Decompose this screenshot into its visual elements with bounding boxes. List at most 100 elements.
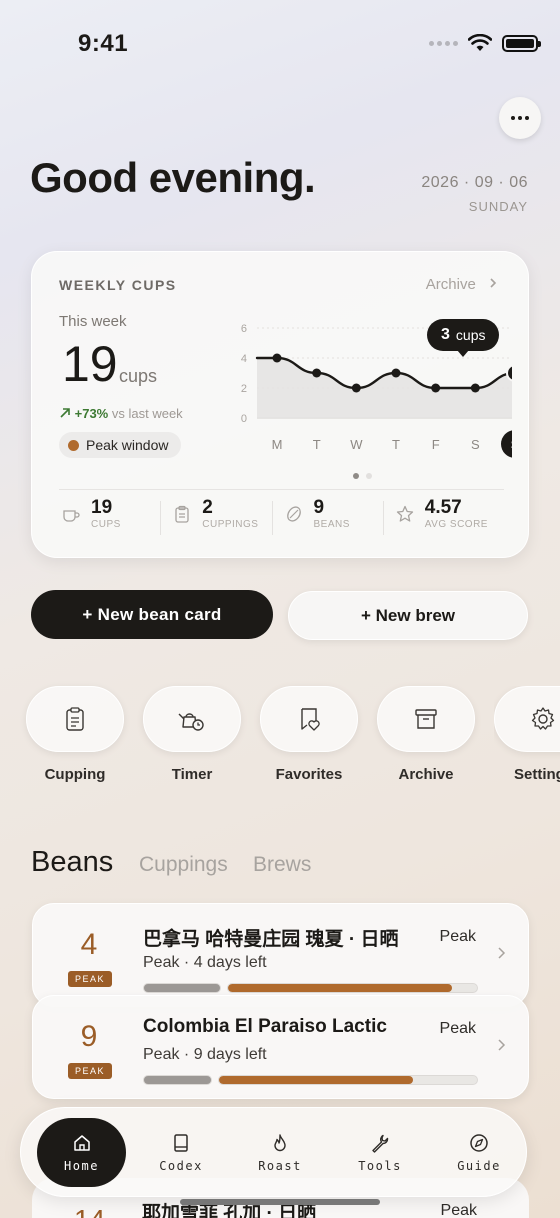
archive-link-label: Archive	[425, 276, 476, 293]
nav-guide[interactable]: Guide	[439, 1118, 519, 1187]
peak-chip-label: Peak window	[86, 437, 169, 453]
cup-icon	[63, 509, 80, 522]
data-point	[391, 368, 401, 378]
nav-roast[interactable]: Roast	[240, 1118, 320, 1187]
weekly-total: 19	[62, 336, 118, 392]
stat-beans: 9 BEANS	[271, 497, 393, 535]
chevron-right-icon	[498, 947, 506, 959]
stat-label: BEANS	[313, 519, 350, 530]
archive-link[interactable]: Archive	[426, 276, 498, 293]
quick-action-timer[interactable]: Timer	[143, 686, 241, 783]
bean-subtitle: Peak · 9 days left	[143, 1046, 267, 1063]
bean-card[interactable]: 9 PEAK Colombia El Paraiso Lactic Peak P…	[32, 995, 529, 1099]
kettle-timer-icon	[178, 713, 204, 731]
x-tick-label: M	[272, 437, 283, 452]
bean-card[interactable]: 4 PEAK 巴拿马 哈特曼庄园 瑰夏 · 日晒 Peak Peak · 4 d…	[32, 903, 529, 1007]
data-point	[470, 383, 480, 393]
data-point	[272, 353, 282, 363]
new-brew-button[interactable]: + New brew	[288, 591, 528, 640]
bean-status: Peak	[439, 1020, 476, 1037]
nav-label: Roast	[258, 1158, 302, 1173]
gear-icon	[531, 707, 555, 730]
tab-cuppings[interactable]: Cuppings	[139, 853, 228, 877]
trend-value: +73%	[74, 406, 109, 421]
x-tick-label: T	[392, 437, 400, 452]
more-options-button[interactable]	[499, 97, 541, 139]
trend-up-icon	[60, 408, 70, 418]
stat-avg-score: 4.57 AVG SCORE	[382, 497, 504, 535]
weekly-unit: cups	[119, 366, 158, 386]
clipboard-icon	[66, 707, 84, 731]
chart-pager[interactable]	[353, 473, 372, 479]
battery-icon	[502, 34, 541, 52]
card-divider	[59, 489, 504, 490]
trend-indicator: +73% vs last week	[59, 406, 183, 421]
nav-label: Home	[64, 1158, 99, 1173]
quick-action-favorites[interactable]: Favorites	[260, 686, 358, 783]
x-tick-label: T	[313, 437, 321, 452]
status-time: 9:41	[78, 30, 129, 57]
x-tick-label: S	[511, 437, 512, 452]
stat-value: 9	[313, 497, 325, 518]
tab-brews[interactable]: Brews	[253, 853, 311, 877]
bean-icon	[286, 505, 301, 522]
peak-dot	[68, 439, 79, 451]
quick-action-label: Favorites	[275, 766, 343, 783]
bean-name: 巴拿马 哈特曼庄园 瑰夏 · 日晒	[143, 929, 399, 950]
y-tick-label: 4	[241, 353, 247, 365]
date-label: 2026 · 09 · 06	[421, 174, 528, 191]
peak-progress-bar	[218, 1075, 478, 1085]
nav-label: Tools	[358, 1158, 402, 1173]
quick-action-label: Cupping	[44, 766, 106, 783]
period-label: This week	[59, 313, 127, 330]
nav-home[interactable]: Home	[37, 1118, 126, 1187]
quick-action-settings[interactable]: Settings	[494, 686, 560, 783]
new-bean-card-button[interactable]: + New bean card	[31, 590, 273, 639]
card-title: WEEKLY CUPS	[59, 277, 177, 293]
bean-subtitle: Peak · 4 days left	[143, 954, 267, 971]
peak-progress-bar	[227, 983, 478, 993]
quick-action-cupping[interactable]: Cupping	[26, 686, 124, 783]
x-tick-label: F	[432, 437, 440, 452]
archive-box-icon	[415, 709, 437, 729]
chart-tooltip: 3 cups	[427, 319, 500, 357]
home-indicator	[180, 1199, 380, 1205]
peak-progress-fill	[219, 1076, 413, 1084]
stat-cups: 19 CUPS	[59, 497, 170, 530]
stat-value: 2	[202, 497, 213, 518]
stat-label: CUPS	[91, 519, 121, 530]
wrench-icon	[372, 1134, 389, 1153]
compass-icon	[470, 1133, 488, 1152]
y-tick-label: 0	[241, 413, 247, 425]
tooltip-value: 3	[441, 326, 450, 343]
data-point	[312, 368, 322, 378]
nav-tools[interactable]: Tools	[340, 1118, 420, 1187]
clipboard-icon	[175, 505, 189, 523]
tab-beans[interactable]: Beans	[31, 846, 113, 879]
wifi-icon	[468, 34, 492, 51]
quick-action-archive[interactable]: Archive	[377, 686, 475, 783]
bookmark-heart-icon	[301, 708, 320, 731]
weekly-cups-card: WEEKLY CUPS Archive This week 19 cups +7…	[31, 251, 529, 558]
home-icon	[73, 1134, 90, 1151]
nav-label: Guide	[457, 1158, 501, 1173]
data-point	[351, 383, 361, 393]
bean-status: Peak	[439, 928, 476, 945]
peak-window-chip[interactable]: Peak window	[59, 432, 181, 458]
rest-phase-bar	[143, 983, 221, 993]
quick-action-label: Settings	[514, 766, 560, 783]
bean-name: Colombia El Paraiso Lactic	[143, 1016, 387, 1037]
nav-label: Codex	[159, 1158, 203, 1173]
peak-badge: PEAK	[68, 971, 112, 987]
bean-days: 4	[80, 928, 98, 961]
signal-icon	[429, 40, 458, 46]
bean-days: 14	[74, 1204, 105, 1218]
nav-codex[interactable]: Codex	[141, 1118, 221, 1187]
trend-text: vs last week	[111, 406, 183, 421]
stats-row: 19 CUPS 2 CUPPINGS 9 BEANS 4.57 AVG SCORE	[59, 497, 504, 535]
chevron-right-icon	[490, 278, 497, 288]
stat-value: 19	[91, 497, 113, 518]
tooltip-unit: cups	[455, 327, 486, 343]
star-icon	[396, 505, 413, 522]
status-icons	[429, 34, 541, 52]
